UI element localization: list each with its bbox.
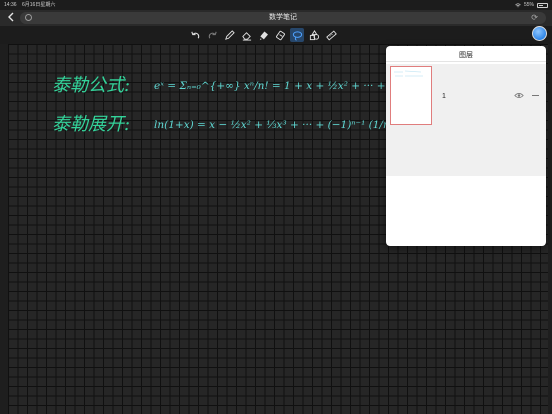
- undo-button[interactable]: [188, 28, 202, 42]
- battery-icon: [537, 2, 548, 8]
- wifi-icon: [515, 2, 521, 7]
- taylor-formula-label: 泰勒公式:: [52, 75, 130, 96]
- title-pill[interactable]: 数学笔记 ⟳: [20, 12, 546, 24]
- undo-icon: [190, 31, 199, 38]
- status-bar: 14:36 6月16日星期六 55%: [0, 0, 552, 10]
- page-title: 数学笔记: [269, 14, 297, 21]
- shapes-tool[interactable]: [307, 28, 321, 42]
- taylor-expansion-label: 泰勒展开:: [52, 114, 130, 135]
- eraser-tool[interactable]: [239, 28, 253, 42]
- layer-name: 1: [442, 93, 446, 100]
- layers-panel-title: 图层: [459, 52, 473, 59]
- status-right: 55%: [515, 0, 548, 10]
- eraser-icon: [241, 31, 251, 41]
- sync-icon[interactable]: ⟳: [531, 13, 538, 23]
- ruler-icon: [325, 30, 337, 40]
- layer-options-icon[interactable]: [532, 95, 539, 96]
- lasso-tool[interactable]: [290, 28, 304, 42]
- battery-fill: [539, 4, 543, 6]
- status-date: 6月16日星期六: [22, 2, 56, 8]
- shapes-icon: [309, 29, 319, 40]
- chevron-left-icon: [7, 12, 13, 22]
- pen-icon: [224, 29, 235, 40]
- highlighter-tool[interactable]: [256, 28, 270, 42]
- status-time: 14:36: [4, 2, 17, 8]
- tape-eraser-tool[interactable]: [273, 28, 287, 42]
- battery-percent: 55%: [523, 2, 534, 8]
- toolbar: [0, 26, 552, 44]
- panel-divider: [386, 61, 546, 62]
- left-gutter: [0, 44, 8, 414]
- layers-panel: 图层 1: [386, 46, 546, 246]
- redo-button[interactable]: [205, 28, 219, 42]
- back-button[interactable]: [4, 11, 16, 25]
- thumbnail-preview: [394, 70, 423, 77]
- pen-tool[interactable]: [222, 28, 236, 42]
- title-bar: 数学笔记 ⟳: [0, 10, 552, 26]
- layer-thumbnail[interactable]: [390, 66, 432, 125]
- right-gutter: [548, 44, 552, 414]
- layer-row[interactable]: 1: [386, 64, 546, 176]
- taylor-expansion-expression: ln(1+x) = x − ½x² + ⅓x³ + ··· + (−1)ⁿ⁻¹ …: [154, 119, 404, 131]
- color-picker-button[interactable]: [532, 26, 547, 41]
- lasso-icon: [292, 30, 302, 41]
- tool-group: [188, 28, 338, 42]
- redo-icon: [208, 31, 217, 38]
- tape-eraser-icon: [275, 30, 285, 40]
- ruler-tool[interactable]: [324, 28, 338, 42]
- highlighter-icon: [259, 31, 268, 40]
- eye-icon[interactable]: [514, 92, 524, 99]
